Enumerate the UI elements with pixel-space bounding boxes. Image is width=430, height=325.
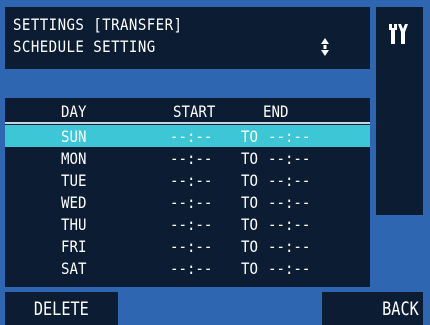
table-header: DAY START END [5,100,370,122]
screen: SETTINGS [TRANSFER] SCHEDULE SETTING DAY… [0,0,430,325]
row-day: FRI [61,237,87,256]
row-start: --:-- [170,149,213,168]
row-to: TO [241,149,258,168]
row-day: SUN [61,127,87,146]
row-end: --:-- [268,171,311,190]
row-start: --:-- [170,215,213,234]
delete-button[interactable]: DELETE [5,292,118,325]
row-to: TO [241,237,258,256]
up-down-arrows-icon[interactable] [320,36,330,58]
back-button-label: BACK [382,297,419,320]
row-to: TO [241,193,258,212]
table-row-tue[interactable]: TUE --:-- TO --:-- [5,169,370,191]
row-day: MON [61,149,87,168]
row-to: TO [241,215,258,234]
row-start: --:-- [170,237,213,256]
row-day: SAT [61,259,87,278]
table-row-thu[interactable]: THU --:-- TO --:-- [5,213,370,235]
row-end: --:-- [268,193,311,212]
row-end: --:-- [268,149,311,168]
row-day: THU [61,215,87,234]
column-header-end: END [263,102,289,121]
schedule-table: DAY START END SUN --:-- TO --:-- MON --:… [5,98,370,287]
column-header-start: START [173,102,216,121]
row-to: TO [241,171,258,190]
row-day: WED [61,193,87,212]
table-row-wed[interactable]: WED --:-- TO --:-- [5,191,370,213]
row-to: TO [241,259,258,278]
header-divider [5,122,370,124]
table-row-sat[interactable]: SAT --:-- TO --:-- [5,257,370,279]
row-end: --:-- [268,127,311,146]
tools-icon[interactable] [386,21,412,47]
delete-button-label: DELETE [34,297,89,320]
back-button[interactable]: BACK [322,292,423,325]
side-panel [376,7,423,215]
header-panel: SETTINGS [TRANSFER] SCHEDULE SETTING [5,7,370,69]
row-start: --:-- [170,259,213,278]
table-row-mon[interactable]: MON --:-- TO --:-- [5,147,370,169]
row-end: --:-- [268,215,311,234]
table-row-sun[interactable]: SUN --:-- TO --:-- [5,125,370,147]
table-row-fri[interactable]: FRI --:-- TO --:-- [5,235,370,257]
row-day: TUE [61,171,87,190]
column-header-day: DAY [61,102,87,121]
row-start: --:-- [170,193,213,212]
row-end: --:-- [268,237,311,256]
row-start: --:-- [170,171,213,190]
row-end: --:-- [268,259,311,278]
page-title: SETTINGS [TRANSFER] [13,15,183,34]
row-start: --:-- [170,127,213,146]
row-to: TO [241,127,258,146]
page-subtitle: SCHEDULE SETTING [13,37,156,56]
